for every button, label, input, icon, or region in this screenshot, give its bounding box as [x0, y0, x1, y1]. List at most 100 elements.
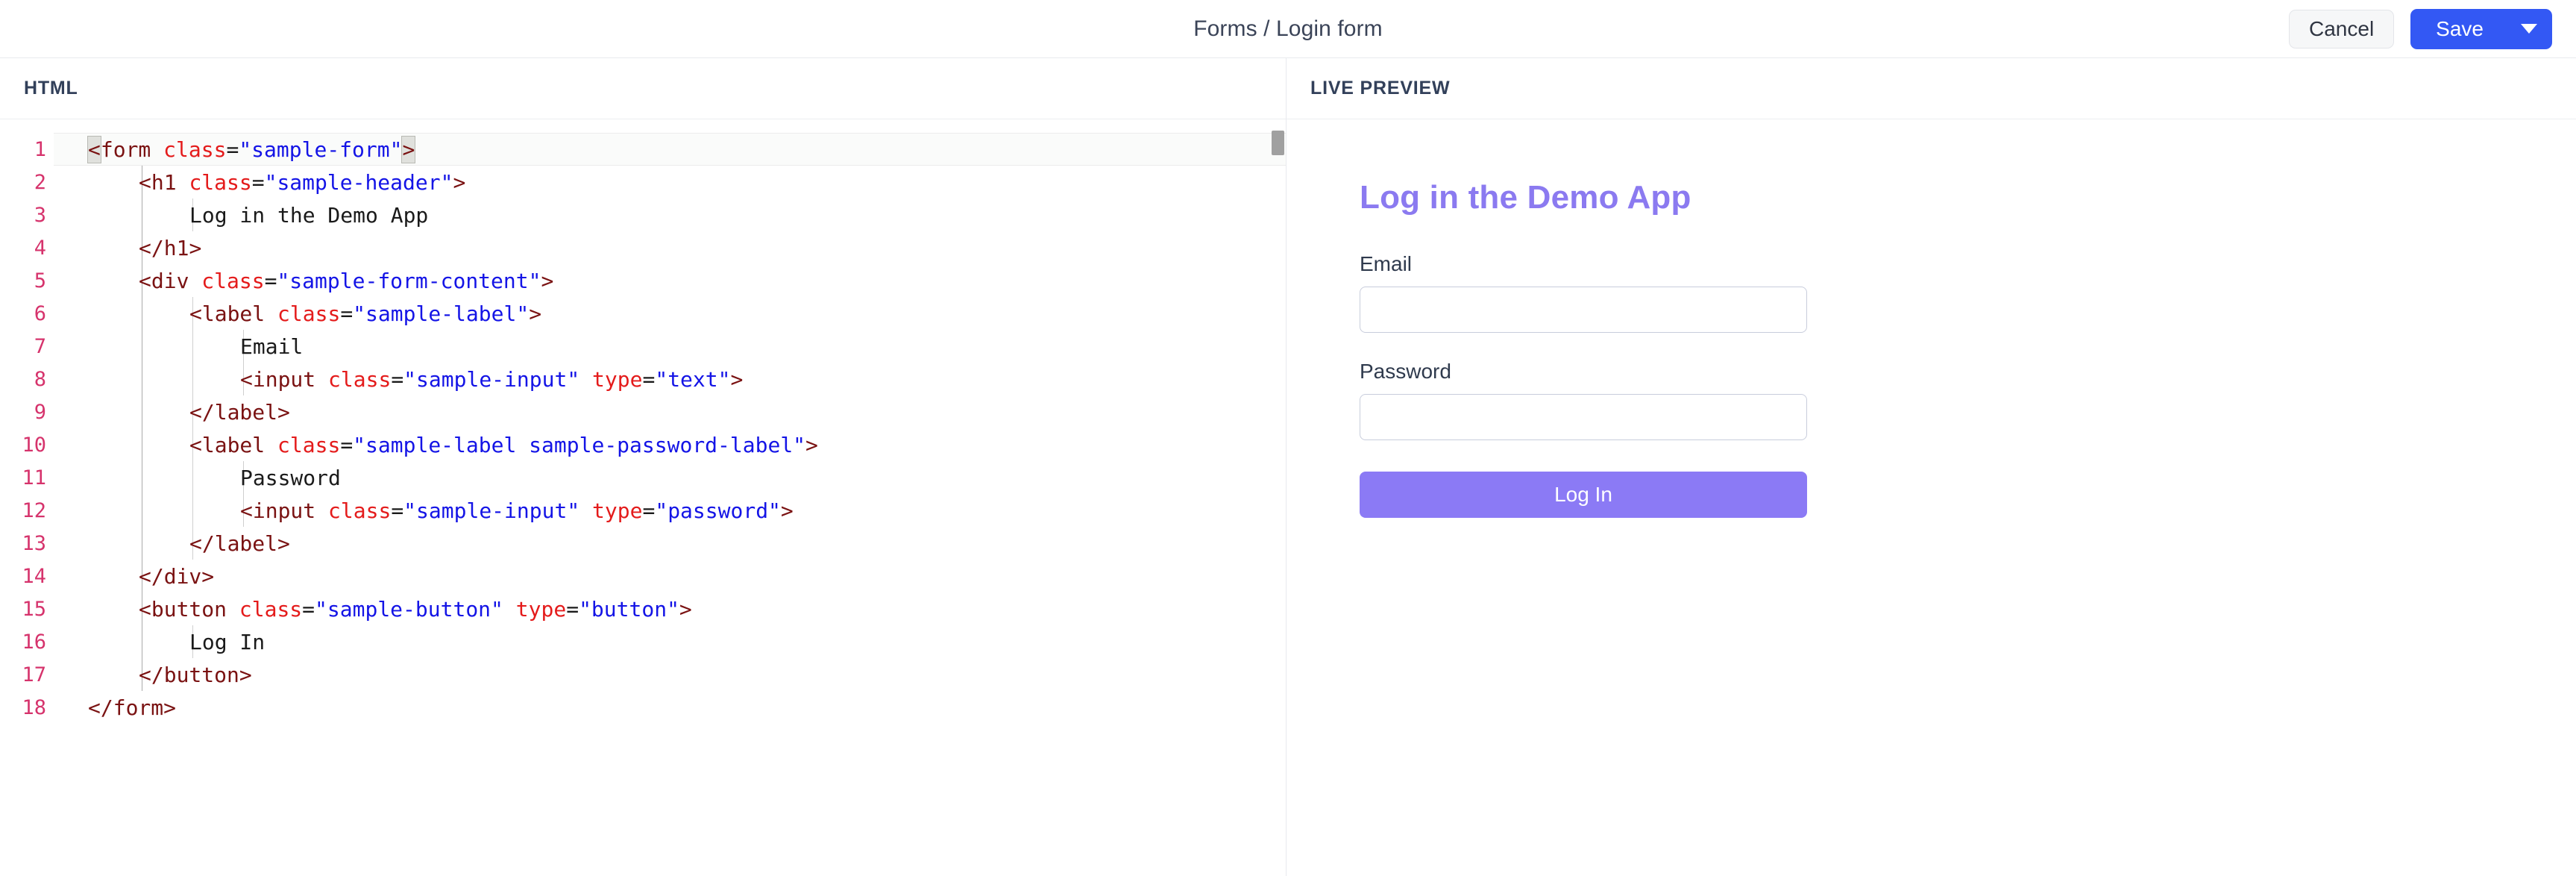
code-token: class: [328, 498, 392, 523]
code-line[interactable]: 18 </form>: [0, 691, 1286, 724]
code-line[interactable]: 6 <label class="sample-label">: [0, 297, 1286, 330]
code-token: class: [201, 268, 265, 293]
sample-login-form: Log in the Demo App Email Password Log I…: [1360, 179, 1807, 518]
code-token: >: [239, 662, 252, 687]
code-token: "sample-form-content": [277, 268, 541, 293]
code-tokens: Password: [240, 466, 341, 490]
code-lines: 1 <form class="sample-form"> 2 <h1 class="s…: [0, 133, 1286, 724]
code-token: <: [189, 301, 202, 326]
code-token: h1: [151, 169, 177, 195]
code-token: </: [139, 662, 164, 687]
code-line[interactable]: 8 <input class="sample-input" type="text"…: [0, 363, 1286, 395]
code-tokens: </h1>: [139, 236, 201, 260]
code-token: >: [805, 432, 818, 457]
line-number: 3: [34, 203, 46, 227]
code-line[interactable]: 7 Email: [0, 330, 1286, 363]
code-line[interactable]: 9 </label>: [0, 395, 1286, 428]
code-token: =: [226, 137, 239, 162]
code-line[interactable]: 15 <button class="sample-button" type="bu…: [0, 592, 1286, 625]
save-dropdown-button[interactable]: [2506, 9, 2552, 49]
code-token: class: [239, 596, 303, 622]
indent-guide: [192, 461, 193, 494]
topbar-actions: Cancel Save: [2289, 0, 2552, 57]
main-body: HTML 1 <form class="sample-form"> 2 <h1 cla…: [0, 58, 2576, 876]
code-line[interactable]: 2 <h1 class="sample-header">: [0, 166, 1286, 198]
code-token: </: [189, 399, 215, 425]
code-token: >: [401, 135, 416, 163]
editor-scroll-thumb[interactable]: [1272, 131, 1284, 155]
html-editor-panel: HTML 1 <form class="sample-form"> 2 <h1 cla…: [0, 58, 1287, 876]
password-label: Password: [1360, 360, 1451, 383]
code-line-content: <form class="sample-form">: [54, 133, 1286, 166]
code-line[interactable]: 5 <div class="sample-form-content">: [0, 264, 1286, 297]
code-token: >: [780, 498, 794, 523]
code-token: "sample-form": [239, 137, 403, 162]
code-tokens: </form>: [88, 695, 176, 720]
code-token: =: [302, 596, 315, 622]
save-button-group: Save: [2410, 8, 2552, 49]
code-token: class: [277, 432, 341, 457]
save-button[interactable]: Save: [2410, 9, 2506, 49]
code-token: =: [340, 432, 354, 457]
chevron-down-icon: [2521, 24, 2537, 34]
editor-vertical-scrollbar[interactable]: [1269, 119, 1286, 876]
code-line-content: </div>: [54, 560, 1286, 592]
code-line-content: Email: [54, 330, 1286, 363]
indent-guide: [192, 363, 193, 395]
code-token: >: [529, 301, 542, 326]
code-tokens: </label>: [189, 400, 290, 425]
code-token: form: [100, 137, 151, 162]
code-token: <: [87, 135, 101, 163]
code-tokens: <form class="sample-form">: [87, 135, 416, 163]
code-token: label: [214, 399, 278, 425]
code-line-content: <input class="sample-input" type="passwo…: [54, 494, 1286, 527]
code-token: button: [163, 662, 239, 687]
code-line[interactable]: 16 Log In: [0, 625, 1286, 658]
log-in-button[interactable]: Log In: [1360, 472, 1807, 518]
code-line[interactable]: 1 <form class="sample-form">: [0, 133, 1286, 166]
line-number: 16: [22, 630, 46, 654]
code-line[interactable]: 17 </button>: [0, 658, 1286, 691]
code-line[interactable]: 14 </div>: [0, 560, 1286, 592]
code-tokens: <label class="sample-label">: [189, 301, 541, 326]
code-line-content: <label class="sample-label">: [54, 297, 1286, 330]
line-number: 5: [34, 269, 46, 292]
code-line[interactable]: 10 <label class="sample-label sample-pass…: [0, 428, 1286, 461]
code-token: =: [251, 169, 265, 195]
code-tokens: <label class="sample-label sample-passwo…: [189, 433, 818, 457]
code-token: class: [189, 169, 252, 195]
code-line[interactable]: 3 Log in the Demo App: [0, 198, 1286, 231]
code-token: <: [240, 366, 253, 392]
code-tokens: <input class="sample-input" type="passwo…: [240, 498, 794, 523]
code-editor[interactable]: 1 <form class="sample-form"> 2 <h1 class="s…: [0, 119, 1286, 876]
code-token: div: [163, 563, 202, 589]
code-line-content: </label>: [54, 395, 1286, 428]
line-number: 8: [34, 367, 46, 391]
code-token: Log In: [189, 629, 266, 654]
code-token: </: [88, 695, 113, 720]
code-token: label: [201, 432, 266, 457]
code-token: <: [139, 268, 151, 293]
code-tokens: </button>: [139, 663, 252, 687]
line-number: 15: [22, 597, 46, 621]
code-token: type: [592, 498, 643, 523]
cancel-button[interactable]: Cancel: [2289, 9, 2395, 49]
code-line-content: </form>: [54, 691, 1286, 724]
code-line[interactable]: 11 Password: [0, 461, 1286, 494]
line-number: 11: [22, 466, 46, 489]
password-field[interactable]: [1360, 394, 1807, 440]
code-token: <: [139, 169, 151, 195]
code-token: "text": [655, 366, 731, 392]
code-line[interactable]: 12 <input class="sample-input" type="pass…: [0, 494, 1286, 527]
code-token: "sample-label": [353, 301, 530, 326]
line-number: 9: [34, 400, 46, 424]
code-line[interactable]: 4 </h1>: [0, 231, 1286, 264]
code-token: =: [391, 498, 404, 523]
code-line[interactable]: 13 </label>: [0, 527, 1286, 560]
email-field[interactable]: [1360, 287, 1807, 333]
